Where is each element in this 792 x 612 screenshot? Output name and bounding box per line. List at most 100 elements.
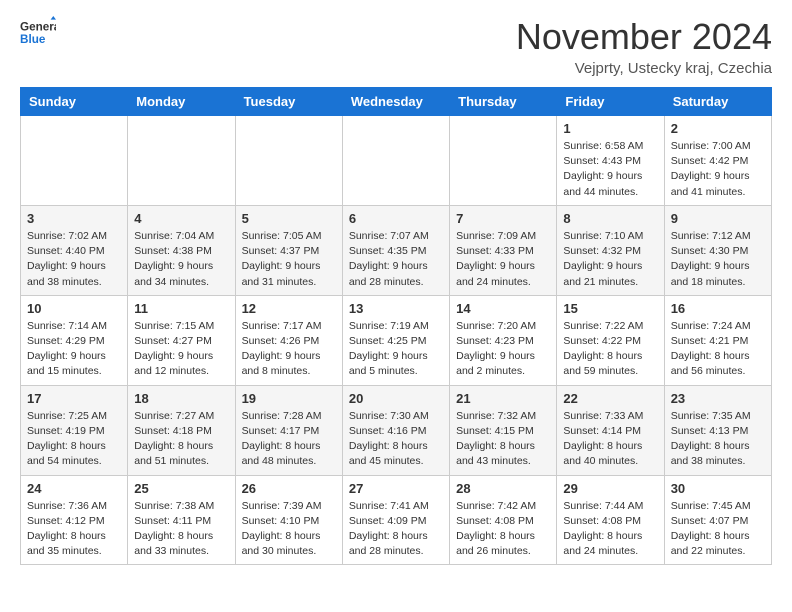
day-info-19: Sunrise: 7:28 AM Sunset: 4:17 PM Dayligh…: [242, 409, 336, 470]
day-info-12: Sunrise: 7:17 AM Sunset: 4:26 PM Dayligh…: [242, 319, 336, 380]
day-number-30: 30: [671, 481, 765, 496]
day-number-25: 25: [134, 481, 228, 496]
location: Vejprty, Ustecky kraj, Czechia: [516, 60, 772, 77]
header-tuesday: Tuesday: [235, 88, 342, 116]
day-info-11: Sunrise: 7:15 AM Sunset: 4:27 PM Dayligh…: [134, 319, 228, 380]
cell-2-0: 10 Sunrise: 7:14 AM Sunset: 4:29 PM Dayli…: [21, 295, 128, 385]
day-number-7: 7: [456, 211, 550, 226]
week-row-2: 10 Sunrise: 7:14 AM Sunset: 4:29 PM Dayli…: [21, 295, 772, 385]
cell-1-4: 7 Sunrise: 7:09 AM Sunset: 4:33 PM Daylig…: [450, 205, 557, 295]
day-number-19: 19: [242, 391, 336, 406]
cell-3-6: 23Sunrise: 7:35 AM Sunset: 4:13 PM Dayli…: [664, 385, 771, 475]
day-number-3: 3: [27, 211, 121, 226]
day-number-15: 15: [563, 301, 657, 316]
cell-1-3: 6Sunrise: 7:07 AM Sunset: 4:35 PM Daylig…: [342, 205, 449, 295]
day-number-24: 24: [27, 481, 121, 496]
day-number-8: 8: [563, 211, 657, 226]
cell-0-2: [235, 116, 342, 206]
day-number-12: 12: [242, 301, 336, 316]
day-number-11: 11: [134, 301, 228, 316]
header-monday: Monday: [128, 88, 235, 116]
cell-3-5: 22 Sunrise: 7:33 AM Sunset: 4:14 PM Dayli…: [557, 385, 664, 475]
day-number-9: 9: [671, 211, 765, 226]
day-info-16: Sunrise: 7:24 AM Sunset: 4:21 PM Dayligh…: [671, 319, 765, 380]
day-number-26: 26: [242, 481, 336, 496]
header-saturday: Saturday: [664, 88, 771, 116]
week-row-0: 1Sunrise: 6:58 AM Sunset: 4:43 PM Daylig…: [21, 116, 772, 206]
day-number-23: 23: [671, 391, 765, 406]
cell-0-1: [128, 116, 235, 206]
cell-0-0: [21, 116, 128, 206]
day-info-3: Sunrise: 7:02 AM Sunset: 4:40 PM Dayligh…: [27, 229, 121, 290]
day-number-18: 18: [134, 391, 228, 406]
cell-2-1: 11 Sunrise: 7:15 AM Sunset: 4:27 PM Dayli…: [128, 295, 235, 385]
cell-2-2: 12 Sunrise: 7:17 AM Sunset: 4:26 PM Dayli…: [235, 295, 342, 385]
day-info-22: Sunrise: 7:33 AM Sunset: 4:14 PM Dayligh…: [563, 409, 657, 470]
day-number-28: 28: [456, 481, 550, 496]
cell-3-4: 21 Sunrise: 7:32 AM Sunset: 4:15 PM Dayli…: [450, 385, 557, 475]
calendar-header-row: Sunday Monday Tuesday Wednesday Thursday…: [21, 88, 772, 116]
day-info-21: Sunrise: 7:32 AM Sunset: 4:15 PM Dayligh…: [456, 409, 550, 470]
cell-4-0: 24Sunrise: 7:36 AM Sunset: 4:12 PM Dayli…: [21, 475, 128, 565]
title-block: November 2024 Vejprty, Ustecky kraj, Cze…: [516, 16, 772, 77]
day-number-2: 2: [671, 121, 765, 136]
cell-3-2: 19 Sunrise: 7:28 AM Sunset: 4:17 PM Dayli…: [235, 385, 342, 475]
day-number-4: 4: [134, 211, 228, 226]
cell-0-5: 1Sunrise: 6:58 AM Sunset: 4:43 PM Daylig…: [557, 116, 664, 206]
cell-1-0: 3 Sunrise: 7:02 AM Sunset: 4:40 PM Daylig…: [21, 205, 128, 295]
cell-1-6: 9 Sunrise: 7:12 AM Sunset: 4:30 PM Daylig…: [664, 205, 771, 295]
day-number-21: 21: [456, 391, 550, 406]
day-info-8: Sunrise: 7:10 AM Sunset: 4:32 PM Dayligh…: [563, 229, 657, 290]
logo-icon: General Blue: [20, 16, 56, 52]
day-info-26: Sunrise: 7:39 AM Sunset: 4:10 PM Dayligh…: [242, 499, 336, 560]
month-title: November 2024: [516, 16, 772, 58]
header-wednesday: Wednesday: [342, 88, 449, 116]
cell-3-3: 20Sunrise: 7:30 AM Sunset: 4:16 PM Dayli…: [342, 385, 449, 475]
day-number-16: 16: [671, 301, 765, 316]
cell-1-5: 8 Sunrise: 7:10 AM Sunset: 4:32 PM Daylig…: [557, 205, 664, 295]
cell-4-6: 30 Sunrise: 7:45 AM Sunset: 4:07 PM Dayli…: [664, 475, 771, 565]
cell-1-1: 4 Sunrise: 7:04 AM Sunset: 4:38 PM Daylig…: [128, 205, 235, 295]
header-friday: Friday: [557, 88, 664, 116]
week-row-3: 17Sunrise: 7:25 AM Sunset: 4:19 PM Dayli…: [21, 385, 772, 475]
day-info-30: Sunrise: 7:45 AM Sunset: 4:07 PM Dayligh…: [671, 499, 765, 560]
day-info-7: Sunrise: 7:09 AM Sunset: 4:33 PM Dayligh…: [456, 229, 550, 290]
cell-0-6: 2Sunrise: 7:00 AM Sunset: 4:42 PM Daylig…: [664, 116, 771, 206]
logo: General Blue: [20, 16, 60, 52]
day-info-18: Sunrise: 7:27 AM Sunset: 4:18 PM Dayligh…: [134, 409, 228, 470]
day-info-29: Sunrise: 7:44 AM Sunset: 4:08 PM Dayligh…: [563, 499, 657, 560]
day-number-13: 13: [349, 301, 443, 316]
day-info-28: Sunrise: 7:42 AM Sunset: 4:08 PM Dayligh…: [456, 499, 550, 560]
cell-1-2: 5Sunrise: 7:05 AM Sunset: 4:37 PM Daylig…: [235, 205, 342, 295]
day-number-14: 14: [456, 301, 550, 316]
day-info-6: Sunrise: 7:07 AM Sunset: 4:35 PM Dayligh…: [349, 229, 443, 290]
svg-text:Blue: Blue: [20, 33, 46, 46]
day-info-9: Sunrise: 7:12 AM Sunset: 4:30 PM Dayligh…: [671, 229, 765, 290]
day-number-5: 5: [242, 211, 336, 226]
day-number-22: 22: [563, 391, 657, 406]
page-header: General Blue November 2024 Vejprty, Uste…: [20, 16, 772, 77]
cell-4-3: 27Sunrise: 7:41 AM Sunset: 4:09 PM Dayli…: [342, 475, 449, 565]
cell-2-6: 16 Sunrise: 7:24 AM Sunset: 4:21 PM Dayli…: [664, 295, 771, 385]
cell-4-5: 29Sunrise: 7:44 AM Sunset: 4:08 PM Dayli…: [557, 475, 664, 565]
cell-2-5: 15 Sunrise: 7:22 AM Sunset: 4:22 PM Dayli…: [557, 295, 664, 385]
calendar: Sunday Monday Tuesday Wednesday Thursday…: [20, 87, 772, 565]
header-sunday: Sunday: [21, 88, 128, 116]
cell-2-4: 14 Sunrise: 7:20 AM Sunset: 4:23 PM Dayli…: [450, 295, 557, 385]
cell-2-3: 13Sunrise: 7:19 AM Sunset: 4:25 PM Dayli…: [342, 295, 449, 385]
day-info-4: Sunrise: 7:04 AM Sunset: 4:38 PM Dayligh…: [134, 229, 228, 290]
day-info-17: Sunrise: 7:25 AM Sunset: 4:19 PM Dayligh…: [27, 409, 121, 470]
day-info-14: Sunrise: 7:20 AM Sunset: 4:23 PM Dayligh…: [456, 319, 550, 380]
day-number-27: 27: [349, 481, 443, 496]
cell-4-2: 26 Sunrise: 7:39 AM Sunset: 4:10 PM Dayli…: [235, 475, 342, 565]
svg-text:General: General: [20, 20, 56, 33]
day-number-1: 1: [563, 121, 657, 136]
week-row-1: 3 Sunrise: 7:02 AM Sunset: 4:40 PM Daylig…: [21, 205, 772, 295]
day-info-15: Sunrise: 7:22 AM Sunset: 4:22 PM Dayligh…: [563, 319, 657, 380]
day-number-10: 10: [27, 301, 121, 316]
cell-4-1: 25Sunrise: 7:38 AM Sunset: 4:11 PM Dayli…: [128, 475, 235, 565]
cell-3-1: 18 Sunrise: 7:27 AM Sunset: 4:18 PM Dayli…: [128, 385, 235, 475]
cell-0-4: [450, 116, 557, 206]
day-info-10: Sunrise: 7:14 AM Sunset: 4:29 PM Dayligh…: [27, 319, 121, 380]
cell-0-3: [342, 116, 449, 206]
